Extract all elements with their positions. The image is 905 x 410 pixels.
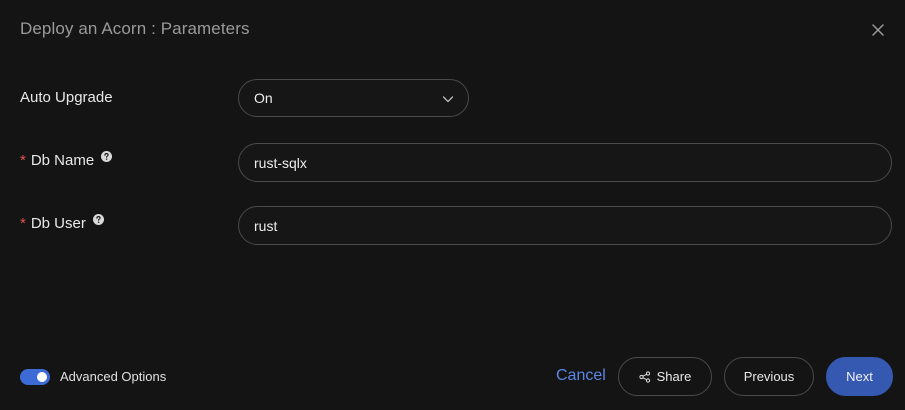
help-icon[interactable] <box>92 214 104 225</box>
auto-upgrade-label: Auto Upgrade <box>20 89 113 106</box>
deploy-dialog: Deploy an Acorn : Parameters Auto Upgrad… <box>0 0 905 410</box>
db-user-label: * Db User <box>20 214 104 232</box>
previous-button-label: Previous <box>743 369 795 384</box>
chevron-down-icon <box>442 92 454 104</box>
share-button-label: Share <box>656 369 692 384</box>
db-name-label: * Db Name <box>20 151 113 169</box>
close-button[interactable] <box>868 20 888 40</box>
db-user-input[interactable] <box>238 206 892 245</box>
db-name-input[interactable] <box>238 143 892 182</box>
next-button-label: Next <box>846 369 873 384</box>
next-button[interactable]: Next <box>826 357 893 396</box>
help-icon[interactable] <box>101 151 113 162</box>
db-name-label-text: Db Name <box>30 152 95 169</box>
auto-upgrade-label-text: Auto Upgrade <box>20 89 113 106</box>
share-button[interactable]: Share <box>618 357 712 396</box>
advanced-options-label: Advanced Options <box>60 369 167 384</box>
previous-button[interactable]: Previous <box>724 357 814 396</box>
toggle-knob <box>37 372 47 382</box>
advanced-options-toggle[interactable] <box>20 369 50 385</box>
auto-upgrade-select[interactable]: On <box>238 79 469 117</box>
required-mark: * <box>20 152 26 169</box>
close-icon <box>868 20 888 40</box>
share-icon <box>639 370 651 383</box>
auto-upgrade-value: On <box>254 90 273 106</box>
dialog-title: Deploy an Acorn : Parameters <box>20 19 250 38</box>
cancel-button[interactable]: Cancel <box>556 367 606 385</box>
db-user-label-text: Db User <box>30 215 86 232</box>
required-mark: * <box>20 215 26 232</box>
